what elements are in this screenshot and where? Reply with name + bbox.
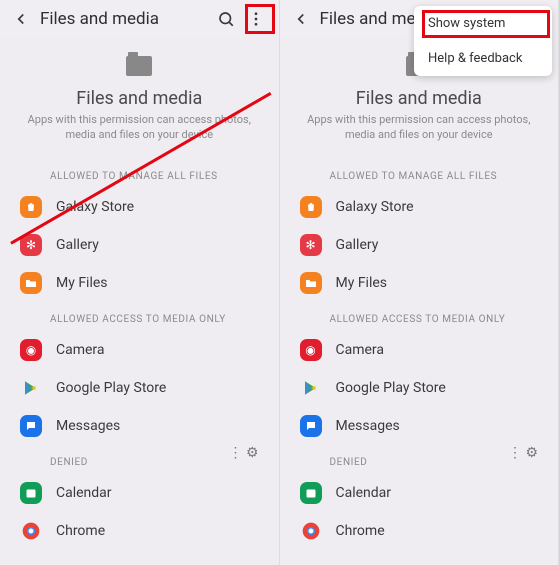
chrome-icon (300, 520, 322, 542)
flower-icon: ✻ (20, 234, 42, 256)
topbar-title: Files and media (40, 9, 209, 29)
list-item[interactable]: Messages (0, 407, 279, 445)
list-item[interactable]: Google Play Store (280, 369, 559, 407)
app-label: Chrome (56, 523, 105, 539)
list-item[interactable]: ◉ Camera (280, 331, 559, 369)
list-item[interactable]: Google Play Store (0, 369, 279, 407)
list-item[interactable]: Chrome (0, 512, 279, 550)
section-denied: DENIED (280, 445, 386, 474)
list-item[interactable]: Galaxy Store (0, 188, 279, 226)
overflow-settings-icon[interactable]: ⋮ ⚙ (228, 445, 278, 461)
header-area: Files and media Apps with this permissio… (0, 38, 279, 159)
app-label: My Files (336, 275, 388, 291)
app-label: Chrome (336, 523, 385, 539)
topbar: Files and media (0, 0, 279, 38)
list-item[interactable]: My Files (280, 264, 559, 302)
list-item[interactable]: ✻ Gallery (0, 226, 279, 264)
calendar-icon (300, 482, 322, 504)
app-label: Gallery (336, 237, 379, 253)
list-item[interactable]: Chrome (280, 512, 559, 550)
section-manage-all: ALLOWED TO MANAGE ALL FILES (280, 159, 559, 188)
list-item[interactable]: Galaxy Store (280, 188, 559, 226)
search-icon[interactable] (213, 6, 239, 32)
list-item[interactable]: ◉ Camera (0, 331, 279, 369)
page-subtitle: Apps with this permission can access pho… (280, 109, 559, 155)
camera-icon: ◉ (300, 339, 322, 361)
app-label: Calendar (336, 485, 392, 501)
back-icon[interactable] (10, 8, 32, 30)
app-label: Messages (336, 418, 400, 434)
folder-app-icon (300, 272, 322, 294)
section-denied: DENIED (0, 445, 106, 474)
app-label: My Files (56, 275, 108, 291)
app-label: Camera (336, 342, 385, 358)
bag-icon (300, 196, 322, 218)
page-title: Files and media (280, 88, 559, 109)
calendar-icon (20, 482, 42, 504)
flower-icon: ✻ (300, 234, 322, 256)
app-label: Gallery (56, 237, 99, 253)
messages-icon (300, 415, 322, 437)
section-media-only: ALLOWED ACCESS TO MEDIA ONLY (0, 302, 279, 331)
menu-help-feedback[interactable]: Help & feedback (414, 41, 552, 76)
play-store-icon (20, 377, 42, 399)
chrome-icon (20, 520, 42, 542)
list-item[interactable]: Calendar (280, 474, 559, 512)
camera-icon: ◉ (20, 339, 42, 361)
section-media-only: ALLOWED ACCESS TO MEDIA ONLY (280, 302, 559, 331)
folder-app-icon (20, 272, 42, 294)
app-label: Google Play Store (336, 380, 446, 396)
back-icon[interactable] (290, 8, 312, 30)
screen-right: Files and media Files and media Apps wit… (280, 0, 559, 565)
bag-icon (20, 196, 42, 218)
messages-icon (20, 415, 42, 437)
section-manage-all: ALLOWED TO MANAGE ALL FILES (0, 159, 279, 188)
app-label: Galaxy Store (336, 199, 414, 215)
play-store-icon (300, 377, 322, 399)
menu-show-system[interactable]: Show system (414, 6, 552, 41)
list-item[interactable]: Messages (280, 407, 559, 445)
list-item[interactable]: ✻ Gallery (280, 226, 559, 264)
page-subtitle: Apps with this permission can access pho… (0, 109, 279, 155)
app-label: Messages (56, 418, 120, 434)
app-label: Calendar (56, 485, 112, 501)
overflow-menu: Show system Help & feedback (414, 6, 552, 76)
folder-icon (126, 56, 152, 76)
list-item[interactable]: My Files (0, 264, 279, 302)
overflow-settings-icon[interactable]: ⋮ ⚙ (508, 445, 558, 461)
app-label: Google Play Store (56, 380, 166, 396)
screen-left: Files and media Files and media Apps wit… (0, 0, 280, 565)
app-label: Camera (56, 342, 105, 358)
app-label: Galaxy Store (56, 199, 134, 215)
list-item[interactable]: Calendar (0, 474, 279, 512)
more-icon[interactable] (243, 6, 269, 32)
page-title: Files and media (0, 88, 279, 109)
